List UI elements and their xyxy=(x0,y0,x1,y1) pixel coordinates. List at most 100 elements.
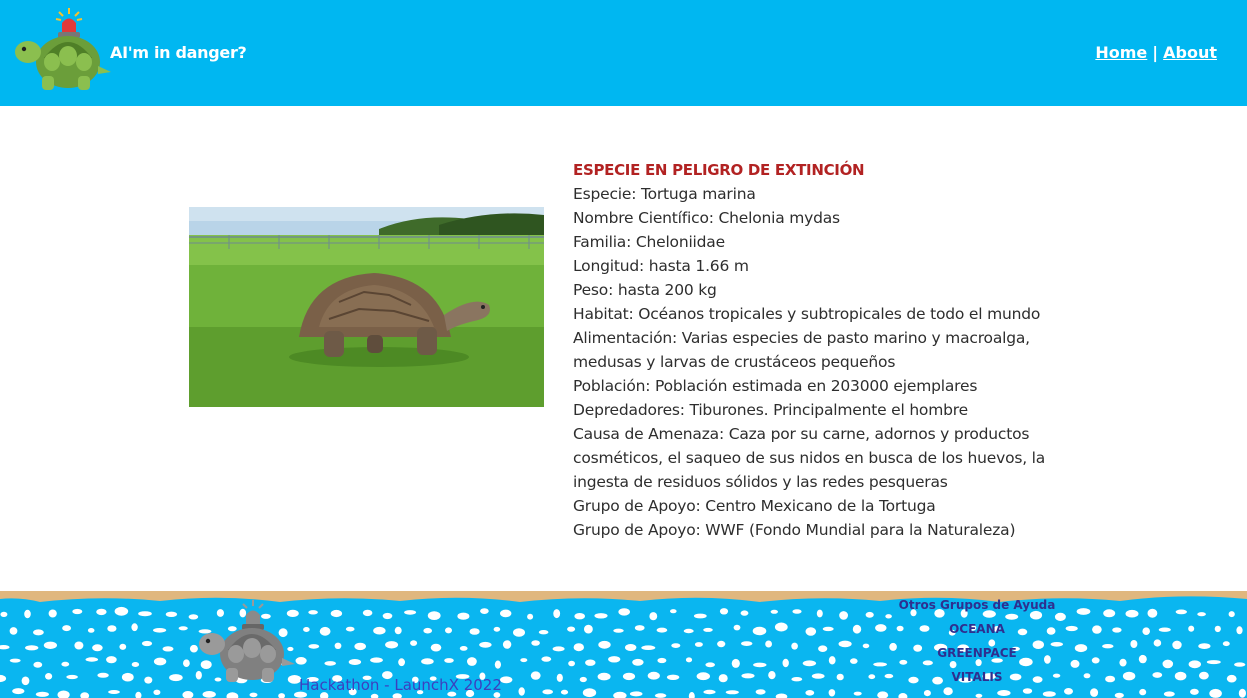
foam-dot xyxy=(394,626,402,635)
foam-dot xyxy=(1188,625,1195,632)
species-info: ESPECIE EN PELIGRO DE EXTINCIÓN Especie:… xyxy=(573,158,1093,542)
foam-dot xyxy=(719,608,729,615)
foam-dot xyxy=(1226,674,1237,683)
foam-dot xyxy=(295,657,307,665)
foam-dot xyxy=(791,677,803,682)
foam-dot xyxy=(1175,609,1188,615)
foam-dot xyxy=(718,674,728,683)
foam-dot xyxy=(671,643,681,648)
foam-dot xyxy=(1209,688,1222,698)
foam-dot xyxy=(33,629,44,636)
info-support-group-2: Grupo de Apoyo: WWF (Fondo Mundial para … xyxy=(573,521,1016,539)
foam-dot xyxy=(518,687,525,696)
info-species: Especie: Tortuga marina xyxy=(573,185,756,203)
foam-dot xyxy=(816,609,823,618)
foam-dot xyxy=(493,626,501,632)
foam-dot xyxy=(765,640,772,648)
foam-dot xyxy=(1122,671,1136,681)
info-length: Longitud: hasta 1.66 m xyxy=(573,257,749,275)
foam-dot xyxy=(1228,611,1235,618)
foam-dot xyxy=(330,609,343,618)
foam-dot xyxy=(9,627,18,635)
foam-dot xyxy=(1152,672,1163,678)
foam-dot xyxy=(752,626,767,636)
nav-home-link[interactable]: Home xyxy=(1095,43,1147,62)
foam-dot xyxy=(410,640,418,646)
foam-dot xyxy=(792,609,802,614)
foam-dot xyxy=(703,627,713,632)
foam-dot xyxy=(717,640,726,648)
foam-dot xyxy=(169,674,183,682)
turtle-with-siren-icon[interactable] xyxy=(14,6,112,92)
foam-dot xyxy=(421,658,434,665)
foam-dot xyxy=(634,625,645,631)
foam-dot xyxy=(385,641,399,649)
foam-dot xyxy=(334,642,342,649)
foam-dot xyxy=(625,644,637,651)
foam-dot xyxy=(853,691,862,696)
info-support-group-1: Grupo de Apoyo: Centro Mexicano de la To… xyxy=(573,497,936,515)
foam-dot xyxy=(85,657,99,662)
foam-dot xyxy=(862,643,870,649)
foam-dot xyxy=(92,644,103,652)
nav-about-link[interactable]: About xyxy=(1163,43,1217,62)
foam-dot xyxy=(656,627,668,633)
foam-dot xyxy=(1153,639,1162,647)
foam-dot xyxy=(632,658,644,666)
foam-dot xyxy=(520,658,528,663)
foam-dot xyxy=(568,660,575,667)
foam-dot xyxy=(24,609,31,619)
endangered-alert: ESPECIE EN PELIGRO DE EXTINCIÓN xyxy=(573,161,865,179)
foam-dot xyxy=(1092,625,1102,634)
foam-dot xyxy=(685,657,693,663)
foam-dot xyxy=(839,611,848,620)
foam-dot xyxy=(584,624,593,634)
foam-dot xyxy=(12,688,25,695)
foam-dot xyxy=(189,644,198,653)
foam-dot xyxy=(48,609,57,618)
foam-dot xyxy=(480,608,489,614)
foam-dot xyxy=(770,609,778,614)
foam-dot xyxy=(87,628,95,633)
group-link-oceana[interactable]: OCEANA xyxy=(877,617,1077,641)
group-link-greenpace[interactable]: GREENPACE xyxy=(877,641,1077,665)
foam-dot xyxy=(1190,688,1199,695)
foam-dot xyxy=(33,661,43,668)
foam-dot xyxy=(975,693,983,698)
help-groups: Otros Grupos de Ayuda OCEANA GREENPACE V… xyxy=(877,593,1077,689)
foam-dot xyxy=(131,662,140,667)
foam-dot xyxy=(362,609,373,617)
foam-dot xyxy=(183,659,190,667)
foam-dot xyxy=(836,673,844,681)
group-link-vitalis[interactable]: VITALIS xyxy=(877,665,1077,689)
gray-turtle-with-siren-icon xyxy=(199,600,295,682)
foam-dot xyxy=(1199,671,1209,680)
foam-dot xyxy=(153,657,167,666)
foam-dot xyxy=(613,628,624,633)
foam-dot xyxy=(618,608,630,616)
foam-dot xyxy=(598,640,611,649)
foam-dot xyxy=(811,673,825,679)
header-bar: AI'm in danger? Home | About xyxy=(0,0,1247,106)
info-habitat: Habitat: Océanos tropicales y subtropica… xyxy=(573,305,1041,323)
foam-dot xyxy=(725,690,739,695)
foam-dot xyxy=(1112,627,1122,633)
foam-dot xyxy=(72,608,83,615)
foam-dot xyxy=(119,643,127,650)
foam-dot xyxy=(1103,609,1116,618)
foam-dot xyxy=(782,658,789,668)
foam-dot xyxy=(553,609,561,619)
info-predators: Depredadores: Tiburones. Principalmente … xyxy=(573,401,968,419)
foam-dot xyxy=(1102,644,1114,649)
foam-dot xyxy=(1142,627,1150,635)
foam-dot xyxy=(538,630,549,635)
foam-dot xyxy=(541,656,552,662)
foam-dot xyxy=(324,661,337,666)
foam-dot xyxy=(0,611,8,617)
foam-dot xyxy=(741,641,753,646)
info-family: Familia: Cheloniidae xyxy=(573,233,725,251)
foam-dot xyxy=(308,644,320,649)
foam-dot xyxy=(373,626,386,635)
foam-dot xyxy=(9,658,21,663)
footer-credit: Hackathon - LaunchX 2022 xyxy=(299,676,502,694)
